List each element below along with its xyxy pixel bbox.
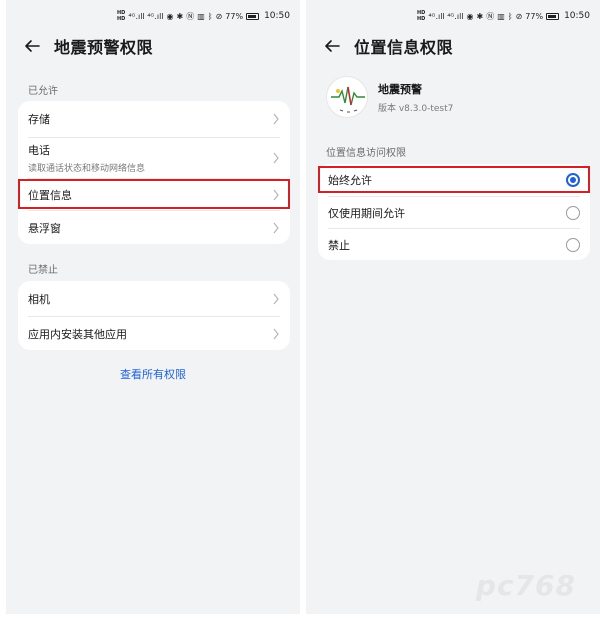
option-deny[interactable]: 禁止 xyxy=(318,229,590,260)
title-bar: 地震预警权限 xyxy=(24,34,153,58)
chevron-right-icon xyxy=(273,293,279,304)
app-info: 地震预警 版本 v8.3.0-test7 xyxy=(378,81,453,114)
denied-permissions-card: 相机 应用内安装其他应用 xyxy=(18,281,290,350)
clock: 10:50 xyxy=(564,11,590,21)
allowed-section-label: 已允许 xyxy=(28,86,58,97)
option-allow-while-in-use[interactable]: 仅使用期间允许 xyxy=(318,197,590,228)
option-label: 禁止 xyxy=(328,238,350,252)
allowed-permissions-card: 存储 电话 读取通话状态和移动网络信息 位置信息 悬浮窗 xyxy=(18,101,290,244)
chevron-right-icon xyxy=(273,152,279,164)
nfc-icon: Ⓝ xyxy=(186,11,195,21)
battery-percent: 77% xyxy=(525,11,544,21)
dnd-icon: ⊘ xyxy=(515,11,523,21)
chevron-right-icon xyxy=(273,328,279,339)
permission-label: 悬浮窗 xyxy=(28,221,61,235)
view-all-permissions-link[interactable]: 查看所有权限 xyxy=(6,366,300,382)
clock: 10:50 xyxy=(264,11,290,21)
status-bar: HD HD ⁴ᴳ.ıll ⁴ᴳ.ıll ◉ ✱ Ⓝ ▥ ᛒ ⊘ 77% 10:50 xyxy=(117,8,290,24)
app-name: 地震预警 xyxy=(378,82,422,96)
signal-icon: ⁴ᴳ.ıll ⁴ᴳ.ıll xyxy=(428,11,464,21)
location-access-section-label: 位置信息访问权限 xyxy=(326,148,406,159)
app-header: 地震预警 版本 v8.3.0-test7 xyxy=(326,76,453,118)
vpn-icon: ◉ xyxy=(166,11,174,21)
permission-row-install-apps[interactable]: 应用内安装其他应用 xyxy=(18,317,290,350)
seismograph-icon xyxy=(331,86,365,113)
chevron-right-icon xyxy=(273,222,279,233)
sim-indicator: HD HD xyxy=(416,10,426,22)
back-arrow-icon[interactable] xyxy=(24,38,40,54)
vibrate-icon: ▥ xyxy=(497,11,505,21)
option-label: 仅使用期间允许 xyxy=(328,206,405,220)
page-title: 位置信息权限 xyxy=(354,38,454,57)
bluetooth-icon: ᛒ xyxy=(207,11,213,21)
signal-icon: ⁴ᴳ.ıll ⁴ᴳ.ıll xyxy=(128,11,164,21)
chevron-right-icon xyxy=(273,113,279,125)
battery-percent: 77% xyxy=(225,11,244,21)
battery-icon xyxy=(246,12,260,20)
settings-icon: ✱ xyxy=(476,11,484,21)
permission-label: 相机 xyxy=(28,292,50,306)
permission-description: 读取通话状态和移动网络信息 xyxy=(28,164,146,174)
bluetooth-icon: ᛒ xyxy=(507,11,513,21)
permissions-screen: HD HD ⁴ᴳ.ıll ⁴ᴳ.ıll ◉ ✱ Ⓝ ▥ ᛒ ⊘ 77% 10:50… xyxy=(6,0,300,614)
radio-unselected-icon[interactable] xyxy=(566,237,580,252)
permission-row-overlay[interactable]: 悬浮窗 xyxy=(18,211,290,244)
status-bar: HD HD ⁴ᴳ.ıll ⁴ᴳ.ıll ◉ ✱ Ⓝ ▥ ᛒ ⊘ 77% 10:50 xyxy=(417,8,590,24)
dnd-icon: ⊘ xyxy=(215,11,223,21)
settings-icon: ✱ xyxy=(176,11,184,21)
back-arrow-icon[interactable] xyxy=(324,38,340,54)
vibrate-icon: ▥ xyxy=(197,11,205,21)
permission-row-phone[interactable]: 电话 读取通话状态和移动网络信息 xyxy=(18,138,290,178)
always-allow-highlight xyxy=(318,166,590,193)
permission-label: 电话 xyxy=(28,144,50,157)
nfc-icon: Ⓝ xyxy=(486,11,495,21)
watermark-logo: pc768 xyxy=(475,569,576,602)
title-bar: 位置信息权限 xyxy=(324,34,453,58)
permission-row-storage[interactable]: 存储 xyxy=(18,101,290,137)
location-row-highlight xyxy=(18,179,290,209)
permission-label: 存储 xyxy=(28,113,50,126)
page-title: 地震预警权限 xyxy=(54,38,154,57)
denied-section-label: 已禁止 xyxy=(28,265,58,276)
app-version: 版本 v8.3.0-test7 xyxy=(378,103,454,114)
permission-label: 应用内安装其他应用 xyxy=(28,327,127,341)
app-logo xyxy=(326,76,368,118)
radio-unselected-icon[interactable] xyxy=(566,205,580,220)
sim-indicator: HD HD xyxy=(116,10,126,22)
battery-icon xyxy=(546,12,560,20)
permission-row-camera[interactable]: 相机 xyxy=(18,281,290,316)
location-permission-screen: HD HD ⁴ᴳ.ıll ⁴ᴳ.ıll ◉ ✱ Ⓝ ▥ ᛒ ⊘ 77% 10:50… xyxy=(306,0,600,614)
vpn-icon: ◉ xyxy=(466,11,474,21)
